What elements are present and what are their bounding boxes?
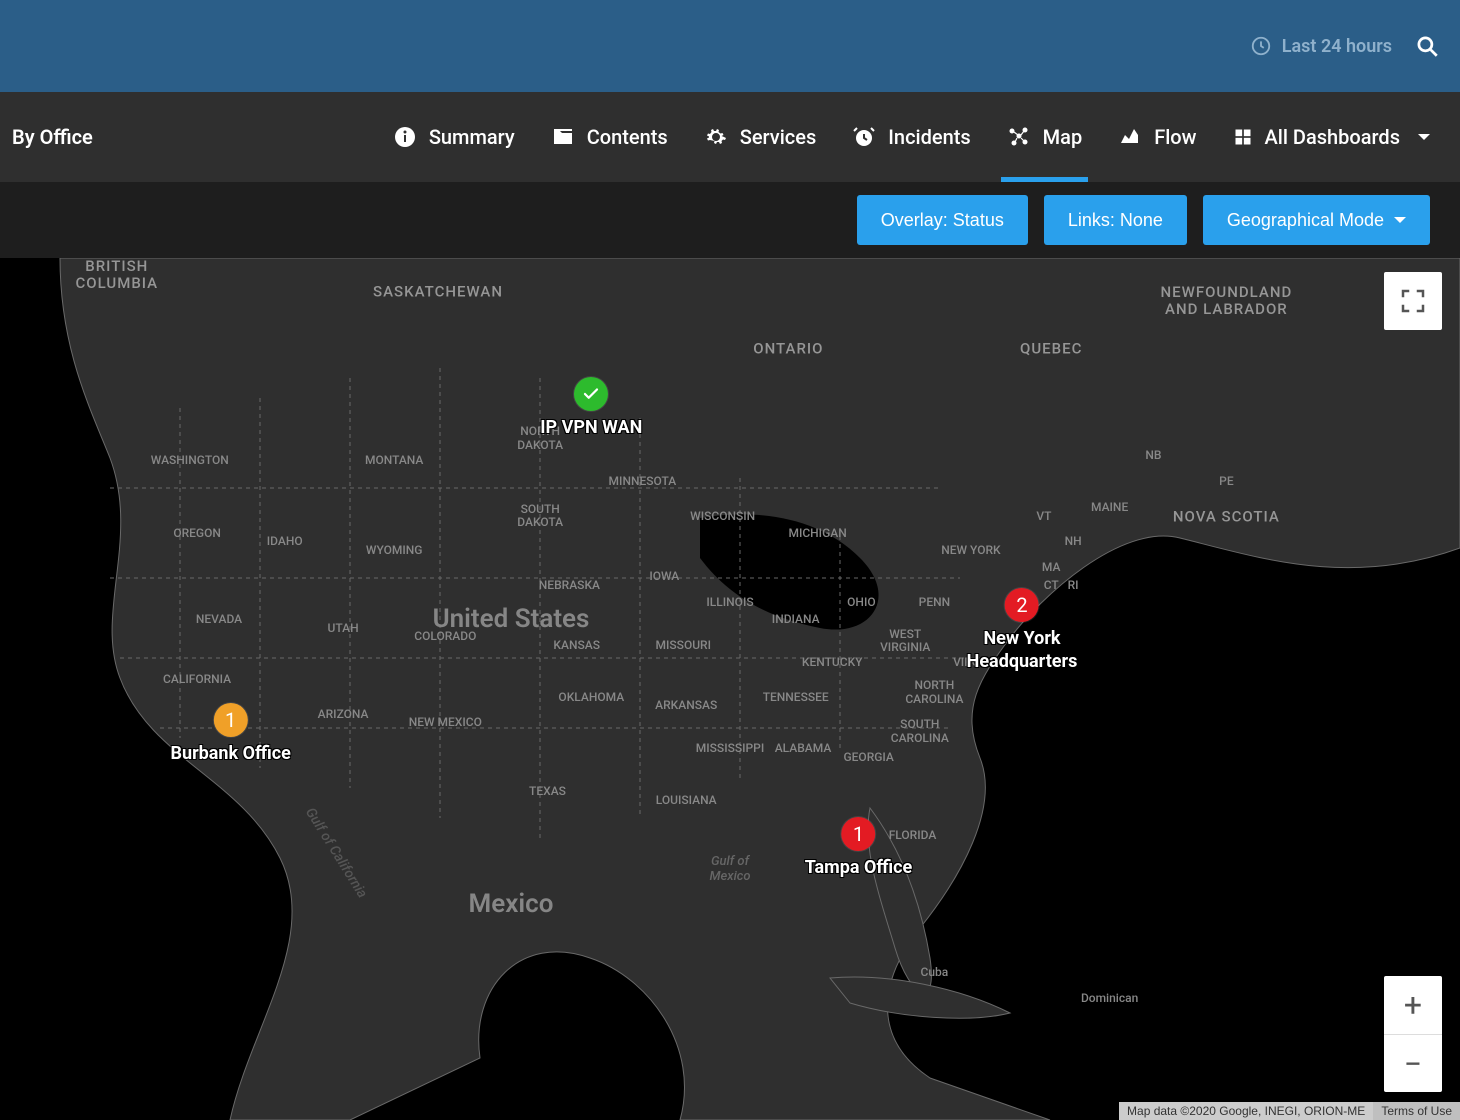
fullscreen-button[interactable]: [1384, 272, 1442, 330]
folder-icon: [551, 125, 575, 149]
top-header: Last 24 hours: [0, 0, 1460, 92]
marker-badge: 2: [1005, 588, 1039, 622]
tab-label: Map: [1043, 125, 1083, 149]
marker-badge: 1: [214, 703, 248, 737]
map-nodes-icon: [1007, 125, 1031, 149]
tab-contents[interactable]: Contents: [551, 92, 668, 182]
timerange-label: Last 24 hours: [1282, 36, 1392, 57]
tab-services[interactable]: Services: [704, 92, 817, 182]
filter-bar: Overlay: Status Links: None Geographical…: [0, 182, 1460, 258]
marker-badge: [574, 377, 608, 411]
map-container[interactable]: United StatesMexicoONTARIOQUEBECSASKATCH…: [0, 258, 1460, 1120]
flow-icon: [1118, 125, 1142, 149]
tab-all-dashboards[interactable]: All Dashboards: [1233, 92, 1431, 182]
marker-label: Burbank Office: [171, 743, 291, 766]
marker-label: New YorkHeadquarters: [967, 628, 1078, 673]
map-base: [0, 258, 1460, 1120]
marker-burbank[interactable]: 1 Burbank Office: [171, 703, 291, 766]
zoom-out-button[interactable]: −: [1384, 1034, 1442, 1092]
tab-label: Contents: [587, 125, 668, 149]
map-attribution: Map data ©2020 Google, INEGI, ORION-ME T…: [1119, 1102, 1460, 1120]
mode-button[interactable]: Geographical Mode: [1203, 195, 1430, 245]
tab-label: Incidents: [888, 125, 970, 149]
check-icon: [582, 385, 600, 403]
fullscreen-icon: [1398, 286, 1428, 316]
tab-label: All Dashboards: [1265, 125, 1401, 149]
overlay-button[interactable]: Overlay: Status: [857, 195, 1028, 245]
marker-tampa[interactable]: 1 Tampa Office: [805, 817, 913, 880]
links-label: Links: None: [1068, 210, 1163, 231]
tab-label: Services: [740, 125, 817, 149]
marker-label: IP VPN WAN: [540, 417, 642, 440]
marker-ip-vpn-wan[interactable]: IP VPN WAN: [540, 377, 642, 440]
chevron-down-icon: [1418, 134, 1430, 140]
links-button[interactable]: Links: None: [1044, 195, 1187, 245]
mode-label: Geographical Mode: [1227, 210, 1384, 231]
gear-icon: [704, 125, 728, 149]
tab-flow[interactable]: Flow: [1118, 92, 1196, 182]
grid-icon: [1233, 127, 1253, 147]
marker-badge: 1: [841, 817, 875, 851]
overlay-label: Overlay: Status: [881, 210, 1004, 231]
page-title: By Office: [12, 125, 93, 149]
timerange-selector[interactable]: Last 24 hours: [1250, 35, 1392, 57]
info-icon: [393, 125, 417, 149]
chevron-down-icon: [1394, 217, 1406, 223]
tab-label: Flow: [1154, 125, 1196, 149]
marker-label: Tampa Office: [805, 857, 913, 880]
search-icon[interactable]: [1414, 33, 1440, 59]
tab-summary[interactable]: Summary: [393, 92, 515, 182]
tab-map[interactable]: Map: [1007, 92, 1083, 182]
tab-incidents[interactable]: Incidents: [852, 92, 970, 182]
tab-label: Summary: [429, 125, 515, 149]
zoom-in-button[interactable]: +: [1384, 976, 1442, 1034]
attribution-data: Map data ©2020 Google, INEGI, ORION-ME: [1119, 1102, 1373, 1120]
nav-bar: By Office Summary Contents Services Inci…: [0, 92, 1460, 182]
nav-tabs: Summary Contents Services Incidents Map …: [393, 92, 1430, 182]
terms-link[interactable]: Terms of Use: [1373, 1102, 1460, 1120]
alarm-icon: [852, 125, 876, 149]
marker-ny-hq[interactable]: 2 New YorkHeadquarters: [967, 588, 1078, 673]
clock-icon: [1250, 35, 1272, 57]
zoom-controls: + −: [1384, 976, 1442, 1092]
